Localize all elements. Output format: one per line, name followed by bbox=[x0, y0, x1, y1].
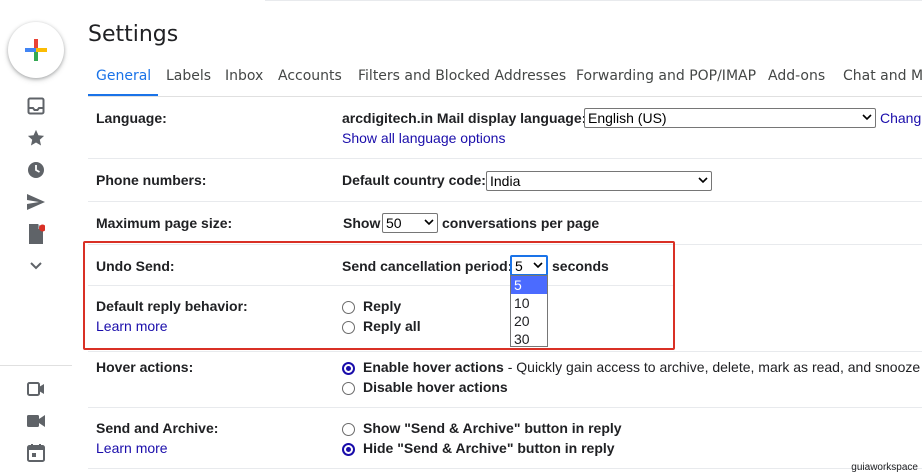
hide-send-archive-label[interactable]: Hide "Send & Archive" button in reply bbox=[363, 440, 615, 456]
starred-icon[interactable] bbox=[24, 126, 48, 150]
meet-icon[interactable] bbox=[24, 377, 48, 401]
hide-send-archive-radio[interactable] bbox=[342, 443, 355, 456]
inbox-icon[interactable] bbox=[24, 94, 48, 118]
hover-actions-label: Hover actions: bbox=[96, 359, 194, 375]
more-icon[interactable] bbox=[24, 254, 48, 278]
row-divider bbox=[88, 351, 922, 352]
tabs-divider bbox=[88, 96, 922, 97]
page-size-value: 50 bbox=[386, 215, 402, 231]
watermark: guiaworkspace bbox=[851, 462, 918, 473]
left-rail bbox=[0, 0, 72, 476]
tab-general[interactable]: General bbox=[96, 68, 151, 84]
page-size-show-label: Show bbox=[343, 215, 381, 231]
rail-divider bbox=[0, 365, 72, 366]
snoozed-icon[interactable] bbox=[24, 158, 48, 182]
country-code-label: Default country code: bbox=[342, 172, 486, 188]
send-archive-label: Send and Archive: bbox=[96, 420, 219, 436]
tab-inbox[interactable]: Inbox bbox=[225, 68, 263, 84]
top-border bbox=[265, 0, 922, 3]
enable-hover-radio[interactable] bbox=[342, 362, 355, 375]
language-select[interactable]: English (US) bbox=[584, 108, 876, 128]
send-archive-learn-more-link[interactable]: Learn more bbox=[96, 440, 168, 456]
option-10[interactable]: 10 bbox=[511, 294, 547, 312]
row-divider bbox=[88, 468, 922, 469]
disable-hover-radio[interactable] bbox=[342, 382, 355, 395]
row-divider bbox=[88, 158, 922, 159]
option-20[interactable]: 20 bbox=[511, 312, 547, 330]
row-divider bbox=[88, 201, 922, 202]
tab-accounts[interactable]: Accounts bbox=[278, 68, 342, 84]
compose-button[interactable] bbox=[8, 22, 64, 78]
chevron-down-icon bbox=[698, 177, 708, 184]
calendar-icon[interactable] bbox=[24, 441, 48, 465]
cancellation-period-options[interactable]: 5 10 20 30 bbox=[510, 275, 548, 347]
chevron-down-icon bbox=[862, 114, 872, 121]
page-size-label: Maximum page size: bbox=[96, 215, 233, 231]
tab-forwarding[interactable]: Forwarding and POP/IMAP bbox=[576, 68, 756, 84]
tab-chat[interactable]: Chat and Me bbox=[843, 68, 922, 84]
show-send-archive-label[interactable]: Show "Send & Archive" button in reply bbox=[363, 420, 622, 436]
settings-tabs: General Labels Inbox Accounts Filters an… bbox=[88, 62, 922, 97]
row-divider bbox=[88, 407, 922, 408]
page-size-suffix: conversations per page bbox=[442, 215, 600, 231]
sent-icon[interactable] bbox=[24, 190, 48, 214]
option-5[interactable]: 5 bbox=[511, 276, 547, 294]
drafts-icon[interactable] bbox=[24, 222, 48, 246]
highlight-box bbox=[83, 241, 675, 350]
page-size-select[interactable]: 50 bbox=[382, 213, 438, 233]
language-select-value: English (US) bbox=[588, 110, 667, 126]
change-language-link[interactable]: Chang bbox=[880, 110, 921, 126]
video-icon[interactable] bbox=[24, 409, 48, 433]
phone-label: Phone numbers: bbox=[96, 172, 207, 188]
language-label: Language: bbox=[96, 110, 167, 126]
disable-hover-label[interactable]: Disable hover actions bbox=[363, 379, 508, 395]
tab-addons[interactable]: Add-ons bbox=[768, 68, 825, 84]
tab-filters[interactable]: Filters and Blocked Addresses bbox=[358, 68, 566, 84]
enable-hover-option[interactable]: Enable hover actions - Quickly gain acce… bbox=[363, 359, 920, 375]
country-code-select[interactable]: India bbox=[486, 171, 712, 191]
page-title: Settings bbox=[88, 22, 179, 47]
show-send-archive-radio[interactable] bbox=[342, 423, 355, 436]
display-language-label: arcdigitech.in Mail display language: bbox=[342, 110, 587, 126]
enable-hover-label: Enable hover actions bbox=[363, 359, 504, 375]
show-all-languages-link[interactable]: Show all language options bbox=[342, 130, 505, 146]
enable-hover-detail: - Quickly gain access to archive, delete… bbox=[503, 359, 921, 375]
compose-icon bbox=[25, 39, 47, 61]
country-code-value: India bbox=[490, 173, 521, 189]
chevron-down-icon bbox=[424, 219, 434, 226]
option-30[interactable]: 30 bbox=[511, 330, 547, 348]
tab-labels[interactable]: Labels bbox=[166, 68, 211, 84]
